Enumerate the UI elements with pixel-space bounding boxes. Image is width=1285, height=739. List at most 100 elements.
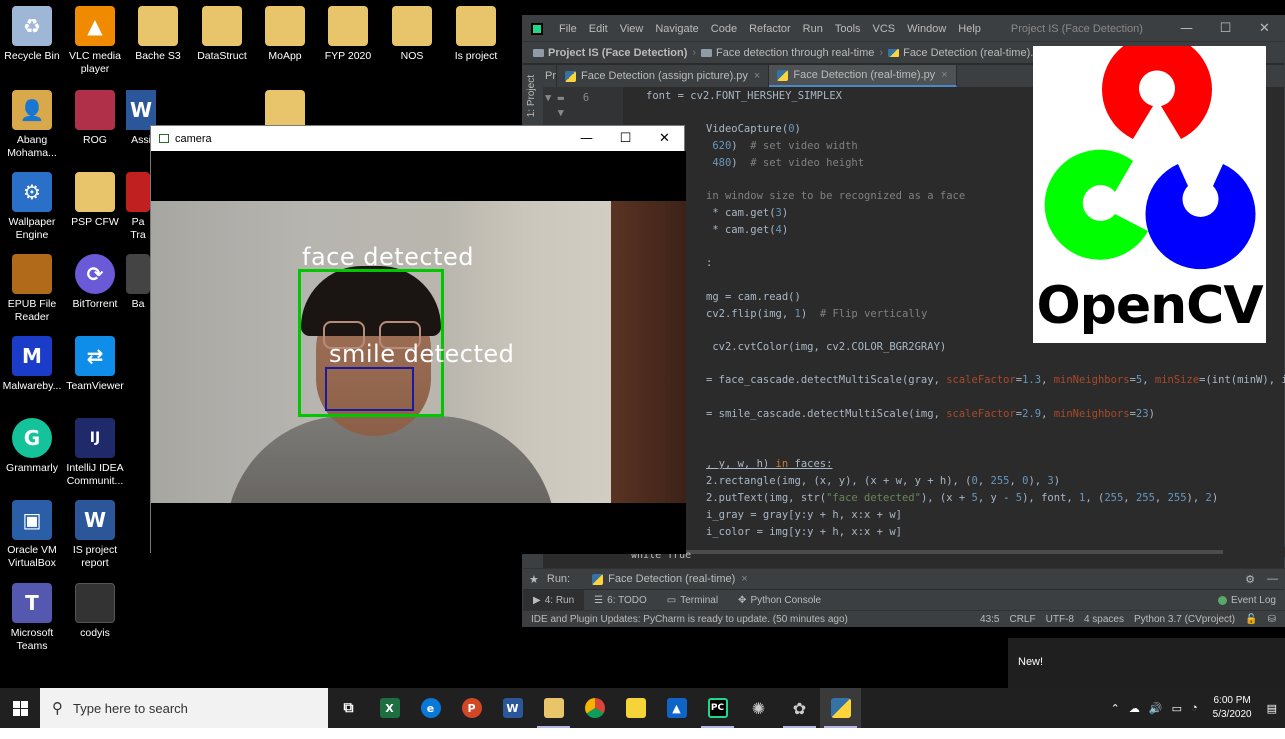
notification-toast[interactable]: New! — [1008, 638, 1285, 688]
desktop-icon-fyp-2020[interactable]: FYP 2020 — [316, 6, 380, 63]
desktop-icon-teamviewer[interactable]: ⇄ TeamViewer — [63, 336, 127, 393]
toolwindow-python-console[interactable]: ✥ Python Console — [728, 590, 831, 610]
indent-setting[interactable]: 4 spaces — [1084, 614, 1124, 625]
desktop-icon-folder[interactable] — [253, 90, 317, 130]
menu-help[interactable]: Help — [952, 23, 987, 35]
desktop-icon-datastruct[interactable]: DataStruct — [190, 6, 254, 63]
taskbar-sticky-notes[interactable] — [615, 688, 656, 728]
cursor-position[interactable]: 43:5 — [980, 614, 999, 625]
desktop-icon-intellij[interactable]: IJ IntelliJ IDEA Communit... — [63, 418, 127, 488]
ide-minimize-button[interactable]: — — [1167, 16, 1206, 41]
desktop-icon-pa-tra[interactable]: Pa Tra — [126, 172, 150, 242]
python-app-icon — [830, 698, 851, 718]
hide-panel-icon[interactable]: — — [1267, 573, 1278, 586]
favorites-star-icon[interactable]: ★ — [529, 573, 539, 586]
lock-icon[interactable]: 🔓 — [1245, 614, 1257, 625]
desktop-icon-ba[interactable]: Ba — [126, 254, 150, 311]
battery-icon[interactable]: ▭ — [1172, 702, 1182, 715]
toolwindow-label: Event Log — [1230, 594, 1276, 606]
camera-close-button[interactable]: ✕ — [645, 126, 684, 151]
menu-refactor[interactable]: Refactor — [743, 23, 797, 35]
breadcrumb-file[interactable]: Face Detection (real-time).py — [888, 47, 1045, 59]
tab-close-icon[interactable]: × — [941, 69, 947, 81]
menu-run[interactable]: Run — [797, 23, 829, 35]
menu-code[interactable]: Code — [705, 23, 743, 35]
taskbar-word[interactable]: W — [492, 688, 533, 728]
desktop-icon-malwarebytes[interactable]: M Malwareby... — [0, 336, 64, 393]
desktop-icon-epub-reader[interactable]: EPUB File Reader — [0, 254, 64, 324]
menu-vcs[interactable]: VCS — [867, 23, 902, 35]
taskbar-file-explorer[interactable] — [533, 688, 574, 728]
desktop-icon-bache-s3[interactable]: Bache S3 — [126, 6, 190, 63]
toolwindow-todo[interactable]: ☰ 6: TODO — [584, 590, 657, 610]
desktop-icon-bittorrent[interactable]: ⟳ BitTorrent — [63, 254, 127, 311]
menu-edit[interactable]: Edit — [583, 23, 614, 35]
desktop-icon-codyis[interactable]: codyis — [63, 583, 127, 640]
menu-tools[interactable]: Tools — [829, 23, 867, 35]
desktop-icon-vlc[interactable]: ▲ VLC media player — [63, 6, 127, 76]
desktop-icon-rog[interactable]: ROG — [63, 90, 127, 147]
wallpaper-engine-icon: ⚙ — [12, 172, 52, 212]
tray-overflow-chevron-icon[interactable]: ⌃ — [1111, 702, 1120, 715]
task-view-button[interactable]: ⧉ — [328, 688, 369, 728]
desktop-icon-teams[interactable]: T Microsoft Teams — [0, 583, 64, 653]
tab-assign-picture[interactable]: Face Detection (assign picture).py × — [557, 65, 770, 87]
volume-icon[interactable]: 🔊 — [1149, 702, 1163, 715]
taskbar-clock[interactable]: 6:00 PM 5/3/2020 — [1213, 694, 1252, 722]
menu-window[interactable]: Window — [901, 23, 952, 35]
taskbar-edge[interactable]: e — [410, 688, 451, 728]
desktop-icon-recycle-bin[interactable]: ♻ Recycle Bin — [0, 6, 64, 63]
breadcrumb-folder[interactable]: Face detection through real-time › — [701, 47, 888, 59]
toolwindow-terminal[interactable]: ▭ Terminal — [657, 590, 728, 610]
pycharm-icon — [531, 22, 543, 35]
camera-titlebar[interactable]: camera — ☐ ✕ — [151, 126, 684, 151]
windows-logo-icon — [12, 700, 28, 716]
taskbar-pycharm[interactable]: PC — [697, 688, 738, 728]
taskbar-search[interactable]: ⚲ Type here to search — [40, 688, 328, 728]
run-tab-real-time[interactable]: Face Detection (real-time) × — [584, 573, 756, 585]
camera-minimize-button[interactable]: — — [567, 126, 606, 151]
line-separator[interactable]: CRLF — [1009, 614, 1035, 625]
menu-view[interactable]: View — [614, 23, 650, 35]
taskbar-powerpoint[interactable]: P — [451, 688, 492, 728]
taskbar-chrome[interactable] — [574, 688, 615, 728]
desktop-icon-moapp[interactable]: MoApp — [253, 6, 317, 63]
action-center-icon[interactable]: ▤ — [1267, 702, 1277, 715]
desktop-icon-psp-cfw[interactable]: PSP CFW — [63, 172, 127, 229]
bottom-strip — [0, 728, 1285, 739]
wifi-icon[interactable]: ◔ — [1191, 702, 1198, 714]
desktop-icon-grammarly[interactable]: G Grammarly — [0, 418, 64, 475]
tab-real-time[interactable]: Face Detection (real-time).py × — [769, 65, 957, 87]
desktop-icon-is-project[interactable]: Is project — [444, 6, 508, 63]
taskbar-camera-python[interactable] — [820, 688, 861, 728]
python-interpreter[interactable]: Python 3.7 (CVproject) — [1134, 614, 1235, 625]
ide-close-button[interactable]: ✕ — [1245, 16, 1284, 41]
tab-close-icon[interactable]: × — [754, 70, 760, 82]
menu-navigate[interactable]: Navigate — [649, 23, 704, 35]
desktop-icon-is-project-report[interactable]: W IS project report — [63, 500, 127, 570]
toolwindow-event-log[interactable]: Event Log — [1208, 590, 1285, 610]
desktop-icon-abang[interactable]: 👤 Abang Mohama... — [0, 90, 64, 160]
breadcrumb-project[interactable]: Project IS (Face Detection) › — [533, 47, 701, 59]
fold-marker[interactable]: ▼ ▬ 6 — [545, 91, 589, 106]
ide-maximize-button[interactable]: ☐ — [1206, 16, 1245, 41]
menu-file[interactable]: File — [553, 23, 583, 35]
taskbar-python[interactable]: ✿ — [779, 688, 820, 728]
file-encoding[interactable]: UTF-8 — [1046, 614, 1074, 625]
settings-gear-icon[interactable]: ⚙ — [1245, 573, 1255, 586]
taskbar-photos[interactable]: ▲ — [656, 688, 697, 728]
start-button[interactable] — [0, 688, 40, 728]
fold-marker[interactable]: ▼ — [545, 106, 564, 121]
memory-indicator-icon[interactable]: ⛁ — [1268, 614, 1276, 625]
desktop-icon-wallpaper-engine[interactable]: ⚙ Wallpaper Engine — [0, 172, 64, 242]
onedrive-cloud-icon[interactable]: ☁ — [1129, 702, 1140, 715]
status-message[interactable]: IDE and Plugin Updates: PyCharm is ready… — [531, 614, 980, 625]
desktop-icon-virtualbox[interactable]: ▣ Oracle VM VirtualBox — [0, 500, 64, 570]
run-tab-close-icon[interactable]: × — [741, 573, 747, 585]
taskbar-excel[interactable]: X — [369, 688, 410, 728]
camera-maximize-button[interactable]: ☐ — [606, 126, 645, 151]
tab-overflow[interactable]: Pr — [543, 65, 557, 87]
taskbar-app[interactable]: ✺ — [738, 688, 779, 728]
toolwindow-run[interactable]: ▶ 4: Run — [523, 590, 585, 610]
desktop-icon-nos[interactable]: NOS — [380, 6, 444, 63]
